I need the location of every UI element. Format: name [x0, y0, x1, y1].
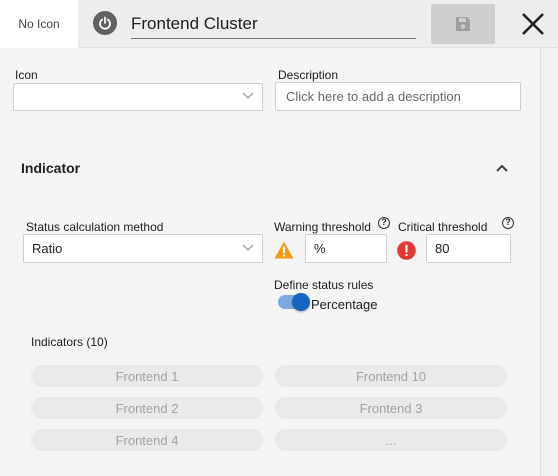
warning-icon: [274, 241, 294, 259]
chevron-down-icon: [242, 244, 254, 251]
critical-threshold-label: Critical threshold: [398, 220, 488, 234]
critical-threshold-value: 80: [435, 241, 450, 256]
indicators-heading: Indicators (10): [31, 335, 108, 349]
close-button[interactable]: [517, 8, 549, 40]
toggle-knob: [292, 293, 310, 311]
chevron-up-icon[interactable]: [494, 160, 510, 176]
status-method-label: Status calculation method: [26, 220, 164, 234]
help-icon[interactable]: ?: [378, 217, 390, 229]
scrollbar[interactable]: [540, 48, 558, 476]
status-method-select[interactable]: Ratio: [23, 234, 263, 263]
warning-threshold-label: Warning threshold: [274, 220, 371, 234]
indicator-chip[interactable]: Frontend 3: [275, 397, 507, 419]
icon-select[interactable]: [13, 83, 263, 111]
indicator-section-title: Indicator: [21, 160, 81, 176]
description-placeholder: Click here to add a description: [286, 89, 461, 104]
indicator-chip[interactable]: Frontend 1: [31, 365, 263, 387]
chevron-down-icon: [242, 92, 254, 99]
warning-threshold-input[interactable]: %: [305, 234, 387, 263]
status-rules-toggle[interactable]: [278, 293, 310, 311]
no-icon-tab[interactable]: No Icon: [0, 0, 78, 48]
power-button[interactable]: [93, 11, 117, 35]
indicator-chip[interactable]: Frontend 2: [31, 397, 263, 419]
status-rules-toggle-label: Percentage: [311, 297, 378, 312]
title-input[interactable]: [131, 9, 416, 39]
help-icon[interactable]: ?: [502, 217, 514, 229]
save-icon: [456, 17, 470, 31]
top-bar: No Icon: [0, 0, 558, 48]
warning-threshold-value: %: [314, 241, 326, 256]
description-field[interactable]: Click here to add a description: [275, 82, 521, 111]
more-indicators-chip[interactable]: ...: [275, 429, 507, 451]
critical-threshold-input[interactable]: 80: [426, 234, 511, 263]
close-icon: [522, 13, 544, 35]
icon-label: Icon: [15, 68, 38, 82]
indicator-chip[interactable]: Frontend 10: [275, 365, 507, 387]
indicator-chip[interactable]: Frontend 4: [31, 429, 263, 451]
status-rules-label: Define status rules: [274, 278, 374, 292]
power-icon: [99, 16, 111, 30]
save-button[interactable]: [431, 4, 495, 44]
status-method-value: Ratio: [32, 241, 63, 256]
critical-icon: [397, 241, 416, 260]
description-label: Description: [278, 68, 339, 82]
